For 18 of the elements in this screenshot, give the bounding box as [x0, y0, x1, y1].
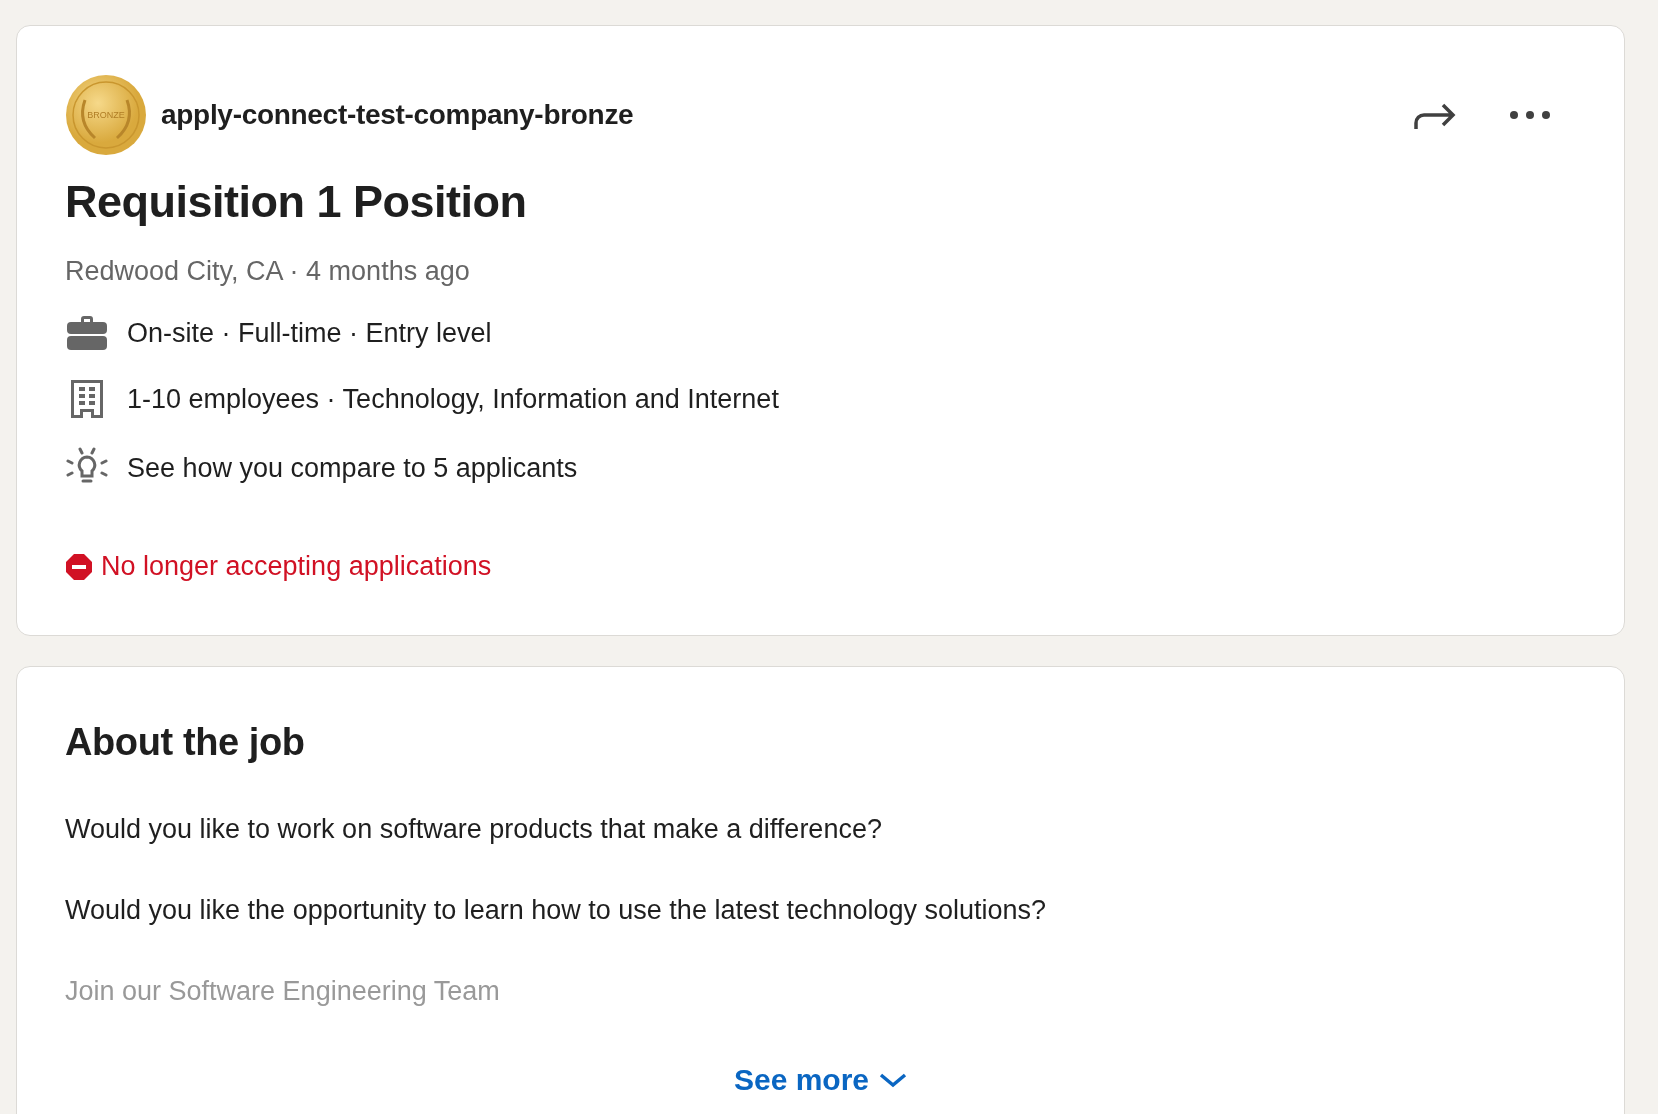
job-meta: Redwood City, CA · 4 months ago: [65, 256, 471, 287]
insight-text: 1-10 employees · Technology, Information and Internet: [127, 383, 779, 415]
company-name[interactable]: apply-connect-test-company-bronze: [161, 99, 634, 131]
insight-text: On-site · Full-time · Entry level: [127, 317, 492, 349]
insight-text: See how you compare to 5 applicants: [127, 452, 578, 484]
building-icon: [70, 379, 104, 419]
chevron-down-icon: [879, 1072, 908, 1088]
medal-logo: BRONZE: [65, 74, 147, 156]
description-paragraph: Would you like to work on software products that make a difference?: [65, 814, 883, 845]
briefcase-icon: [66, 315, 108, 351]
description-paragraph: Join our Software Engineering Team: [65, 976, 501, 1007]
description-paragraph: Would you like the opportunity to learn how to use the latest technology solutions?: [65, 895, 1048, 926]
more-options-icon[interactable]: [1509, 110, 1551, 120]
stop-icon: [65, 552, 93, 581]
job-title: Requisition 1 Position: [65, 176, 528, 228]
status-text: No longer accepting applications: [101, 551, 492, 582]
see-more-button[interactable]: See more: [733, 1063, 908, 1097]
section-heading: About the job: [65, 721, 306, 764]
